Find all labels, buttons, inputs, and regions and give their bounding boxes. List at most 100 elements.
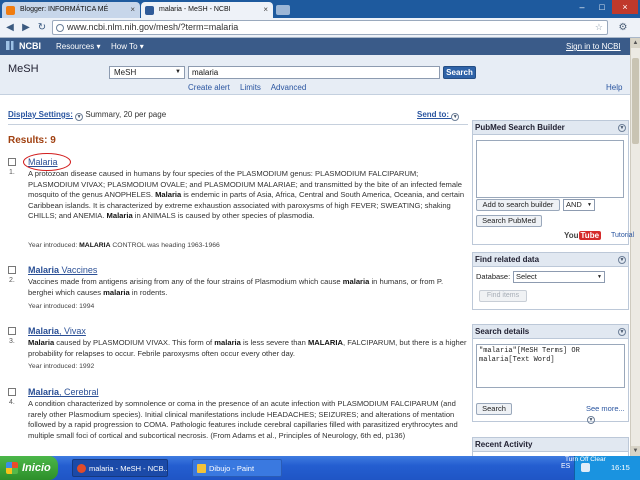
start-button[interactable]: Inicio <box>0 456 58 480</box>
chevron-down-icon: ▼ <box>597 274 602 280</box>
tab-label: malaria - MeSH - NCBI <box>159 6 231 13</box>
search-builder-textarea[interactable] <box>476 140 624 198</box>
search-sublinks: Create alert Limits Advanced <box>188 83 314 92</box>
result-description: Malaria caused by PLASMODIUM VIVAX. This… <box>28 338 467 358</box>
result-title-link[interactable]: Malaria, Vivax <box>28 326 86 336</box>
search-details-textarea[interactable]: "malaria"[MeSH Terms] OR malaria[Text Wo… <box>476 344 625 388</box>
maximize-icon[interactable]: □ <box>592 0 612 14</box>
tab-mesh[interactable]: malaria - MeSH - NCBI × <box>141 2 273 18</box>
result-description: A condition characterized by somnolence … <box>28 399 458 440</box>
tab-label: Blogger: INFORMÁTICA MÉ <box>20 6 109 13</box>
find-items-button[interactable]: Find items <box>479 290 527 302</box>
result-checkbox[interactable] <box>8 158 16 166</box>
limits-link[interactable]: Limits <box>240 83 261 92</box>
youtube-logo[interactable]: You Tube <box>564 231 602 240</box>
tutorial-link[interactable]: Tutorial <box>611 232 634 239</box>
chevron-down-icon[interactable]: ▼ <box>75 113 84 121</box>
related-database-select[interactable]: Select ▼ <box>513 271 605 283</box>
chevron-down-icon[interactable]: ▼ <box>618 256 626 264</box>
result-checkbox[interactable] <box>8 266 16 274</box>
result-item: 4. Malaria, Cerebral A condition charact… <box>8 387 468 457</box>
ncbi-favicon-icon <box>145 6 154 15</box>
chevron-down-icon[interactable]: ▼ <box>618 328 626 336</box>
find-related-panel: Find related data ▼ Database: Select ▼ F… <box>472 252 629 310</box>
result-title-link[interactable]: Malaria Vaccines <box>28 265 97 275</box>
display-settings-value: Summary, 20 per page <box>85 110 167 119</box>
create-alert-link[interactable]: Create alert <box>188 83 230 92</box>
panel-header: Search details ▼ <box>473 325 628 339</box>
add-to-search-builder-button[interactable]: Add to search builder <box>476 199 560 211</box>
operator-select[interactable]: AND ▼ <box>563 199 595 211</box>
back-arrow-icon[interactable]: ◀ <box>3 21 17 35</box>
result-number: 4. <box>9 399 15 406</box>
blogger-icon <box>6 6 15 15</box>
minimize-icon[interactable]: – <box>572 0 592 14</box>
result-title-link[interactable]: Malaria, Cerebral <box>28 387 99 397</box>
browser-toolbar: ◀ ▶ ↻ www.ncbi.nlm.nih.gov/mesh/?term=ma… <box>0 18 640 38</box>
display-settings: Display Settings: ▼ Summary, 20 per page <box>8 110 468 121</box>
forward-arrow-icon[interactable]: ▶ <box>19 21 33 35</box>
result-description: A protozoan disease caused in humans by … <box>28 169 465 220</box>
close-window-icon[interactable]: × <box>612 0 638 14</box>
help-link[interactable]: Help <box>606 83 622 92</box>
search-button[interactable]: Search <box>443 66 476 79</box>
tab-blogger[interactable]: Blogger: INFORMÁTICA MÉ × <box>2 2 140 18</box>
database-select[interactable]: MeSH ▼ <box>109 66 185 79</box>
network-icon[interactable] <box>581 463 590 472</box>
result-number: 3. <box>9 338 15 345</box>
chevron-down-icon: ▼ <box>587 202 592 208</box>
send-to-link[interactable]: Send to: ▼ <box>417 110 460 121</box>
display-settings-link[interactable]: Display Settings: <box>8 110 73 119</box>
advanced-link[interactable]: Advanced <box>271 83 307 92</box>
database-label: Database: <box>476 272 511 281</box>
turn-off-link[interactable]: Turn Off <box>565 456 588 463</box>
scroll-up-icon[interactable]: ▲ <box>631 38 640 48</box>
reload-icon[interactable]: ↻ <box>35 21 49 35</box>
search-pubmed-button[interactable]: Search PubMed <box>476 215 542 227</box>
new-tab-button[interactable] <box>276 5 290 15</box>
result-item: 2. Malaria Vaccines Vaccines made from a… <box>8 265 468 315</box>
chrome-icon <box>77 464 86 473</box>
details-search-button[interactable]: Search <box>476 403 512 415</box>
divider <box>8 124 468 125</box>
close-icon[interactable]: × <box>130 2 135 18</box>
see-more-link[interactable]: See more...▼ <box>586 404 628 424</box>
chevron-down-icon: ▼ <box>175 69 181 75</box>
recent-activity-panel: Recent Activity <box>472 437 629 456</box>
language-indicator[interactable]: ES <box>561 463 570 470</box>
close-icon[interactable]: × <box>263 2 268 18</box>
chevron-down-icon: ▾ <box>139 42 144 51</box>
chevron-down-icon: ▼ <box>587 416 595 424</box>
clear-link[interactable]: Clear <box>590 456 606 463</box>
search-input[interactable]: malaria <box>188 66 440 79</box>
result-number: 1. <box>9 169 15 176</box>
result-year: Year introduced: 1992 <box>28 363 95 370</box>
sign-in-link[interactable]: Sign in to NCBI <box>566 38 621 55</box>
star-icon[interactable]: ☆ <box>595 21 603 34</box>
windows-taskbar: Inicio malaria - MeSH - NCB... Dibujo - … <box>0 456 640 480</box>
taskbar-paint-window[interactable]: Dibujo - Paint <box>192 459 282 477</box>
result-item: 3. Malaria, Vivax Malaria caused by PLAS… <box>8 326 468 376</box>
result-checkbox[interactable] <box>8 388 16 396</box>
ncbi-logo[interactable]: NCBI <box>6 38 41 55</box>
chevron-down-icon[interactable]: ▼ <box>618 124 626 132</box>
clock: 16:15 <box>611 463 630 472</box>
howto-menu[interactable]: How To ▾ <box>111 38 144 55</box>
search-header: MeSH MeSH ▼ malaria Search Create alert … <box>0 55 630 95</box>
page-scrollbar[interactable]: ▲ ▼ <box>630 38 640 456</box>
panel-header: Recent Activity <box>473 438 628 452</box>
url-text: www.ncbi.nlm.nih.gov/mesh/?term=malaria <box>67 22 239 32</box>
wrench-icon[interactable]: ⚙ <box>614 21 632 35</box>
result-checkbox[interactable] <box>8 327 16 335</box>
result-number: 2. <box>9 277 15 284</box>
address-bar[interactable]: www.ncbi.nlm.nih.gov/mesh/?term=malaria … <box>52 20 608 35</box>
result-description: Vaccines made from antigens arising from… <box>28 277 444 297</box>
taskbar-chrome-window[interactable]: malaria - MeSH - NCB... <box>72 459 168 477</box>
scroll-down-icon[interactable]: ▼ <box>631 446 640 456</box>
results-count: Results: 9 <box>8 135 56 146</box>
ncbi-top-bar: NCBI Resources ▾ How To ▾ Sign in to NCB… <box>0 38 630 55</box>
browser-tab-strip: Blogger: INFORMÁTICA MÉ × malaria - MeSH… <box>0 0 640 18</box>
resources-menu[interactable]: Resources ▾ <box>56 38 101 55</box>
paint-icon <box>197 464 206 473</box>
scroll-thumb[interactable] <box>632 58 639 144</box>
